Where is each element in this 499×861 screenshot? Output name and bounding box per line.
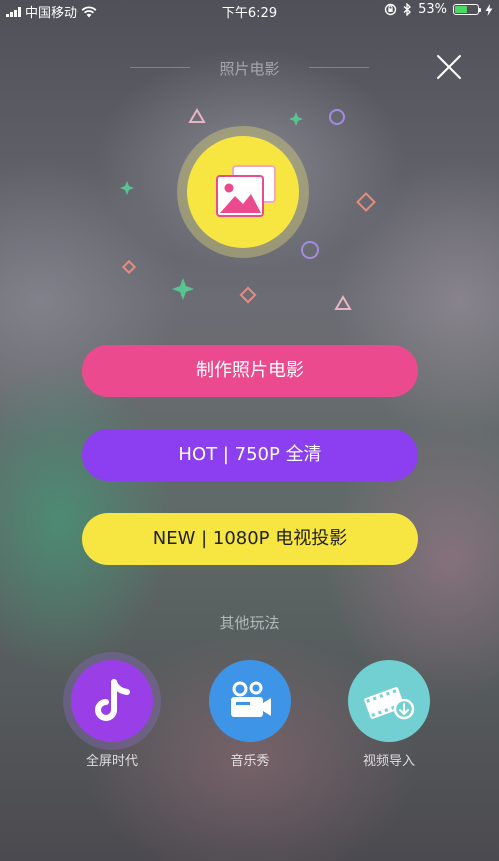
- feature-label: 视频导入: [362, 754, 415, 769]
- circle-icon: [301, 241, 319, 259]
- video-camera-icon: [231, 681, 271, 717]
- hero-badge: [177, 126, 309, 258]
- feature-fullscreen-circle: [71, 660, 153, 742]
- circle-icon: [329, 109, 345, 125]
- hot-750p-button[interactable]: HOT | 750P 全清: [82, 429, 418, 481]
- make-photo-movie-button[interactable]: 制作照片电影: [82, 345, 418, 397]
- feature-label: 音乐秀: [230, 754, 270, 769]
- hero-area: [0, 0, 499, 330]
- sparkle-icon: [172, 278, 194, 300]
- new-1080p-button[interactable]: NEW | 1080P 电视投影: [82, 513, 418, 565]
- diamond-icon: [356, 192, 376, 212]
- diamond-icon: [239, 286, 257, 304]
- hero-badge-inner: [187, 136, 299, 248]
- feature-music-show-circle: [209, 660, 291, 742]
- photo-gallery-icon: [216, 165, 276, 217]
- tiktok-note-icon: [95, 679, 130, 721]
- feature-fullscreen[interactable]: 全屏时代: [64, 660, 160, 769]
- feature-video-import-circle: [348, 660, 430, 742]
- feature-video-import[interactable]: 视频导入: [341, 660, 437, 769]
- film-import-icon: [364, 687, 415, 720]
- triangle-icon: [334, 295, 352, 310]
- sparkle-icon: [120, 181, 134, 195]
- sparkle-icon: [289, 112, 303, 126]
- feature-music-show[interactable]: 音乐秀: [202, 660, 298, 769]
- feature-label: 全屏时代: [85, 754, 138, 769]
- other-section-label: 其他玩法: [219, 614, 280, 632]
- triangle-icon: [188, 108, 206, 123]
- diamond-icon: [121, 259, 137, 275]
